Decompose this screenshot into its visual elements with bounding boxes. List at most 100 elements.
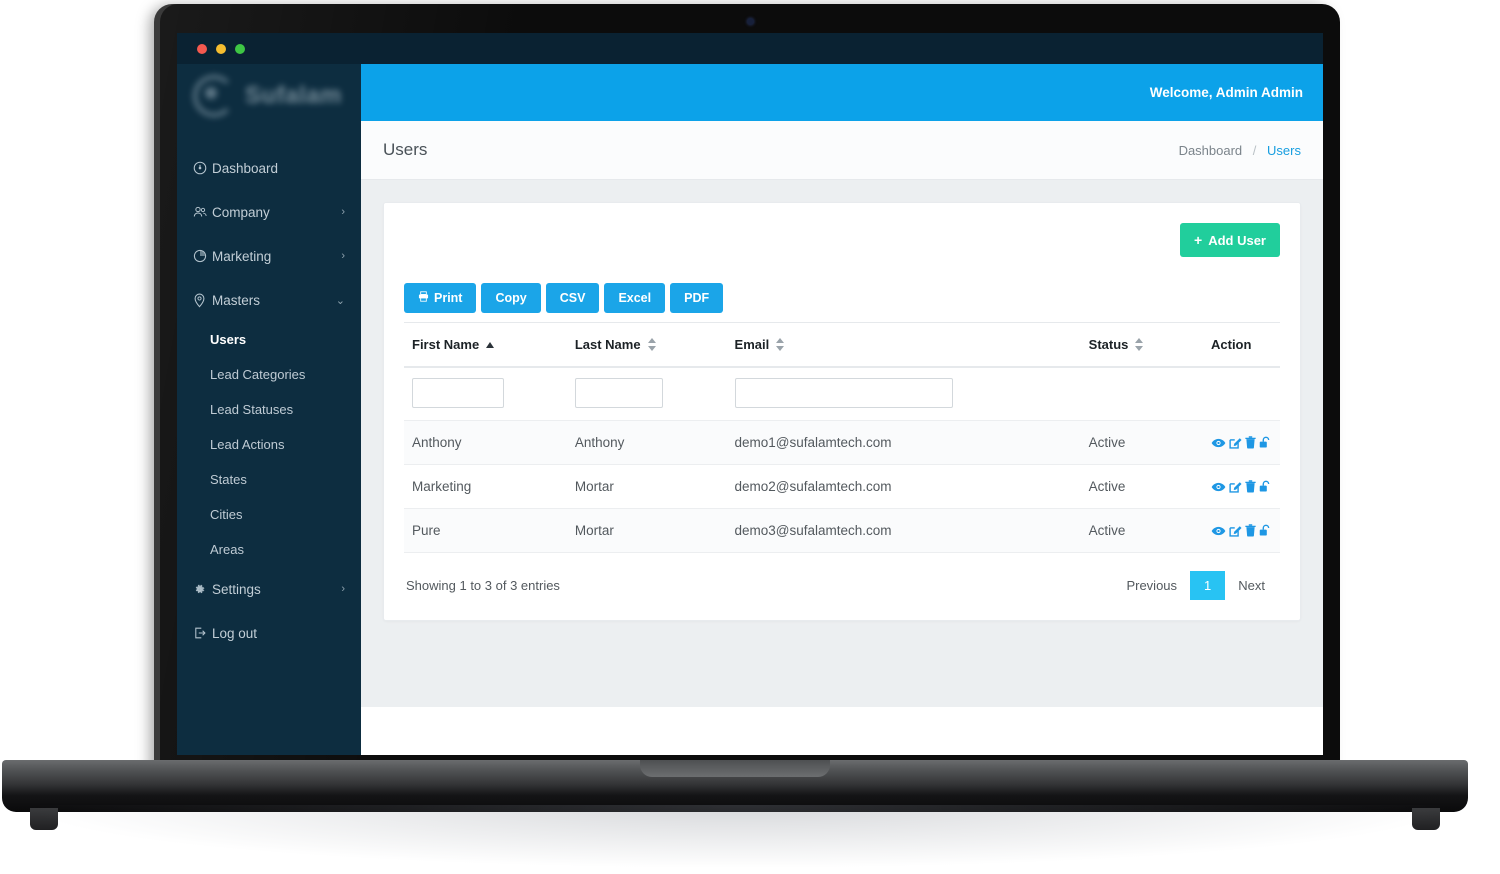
edit-pencil-icon[interactable] — [1229, 480, 1242, 493]
pdf-button[interactable]: PDF — [670, 283, 724, 313]
sidebar-item-logout[interactable]: Log out — [177, 611, 361, 655]
sidebar-nav: Dashboard Company › Marketing › Masters … — [177, 128, 361, 655]
sidebar-item-dashboard[interactable]: Dashboard — [177, 146, 361, 190]
chevron-right-icon: › — [341, 206, 345, 218]
window-controls[interactable] — [197, 44, 245, 54]
laptop-screen: Sufalam Dashboard Company › Marketing › … — [177, 33, 1323, 755]
sidebar-item-users[interactable]: Users — [177, 322, 361, 357]
column-label: Action — [1211, 337, 1252, 352]
cell-first-name: Anthony — [404, 420, 567, 465]
sort-both-icon — [776, 338, 785, 351]
chevron-right-icon: › — [341, 583, 345, 595]
cell-first-name: Marketing — [404, 464, 567, 509]
pdf-label: PDF — [684, 291, 710, 305]
sidebar-subitem-label: Areas — [210, 542, 244, 557]
users-table: First Name Last Name Email Status Action… — [404, 322, 1280, 553]
sidebar-item-company[interactable]: Company › — [177, 190, 361, 234]
sidebar-item-lead-statuses[interactable]: Lead Statuses — [177, 392, 361, 427]
cell-last-name: Anthony — [566, 420, 727, 465]
cell-status: Active — [1080, 508, 1203, 553]
view-eye-icon[interactable] — [1211, 437, 1226, 449]
sidebar-item-cities[interactable]: Cities — [177, 497, 361, 532]
marketing-pie-icon — [193, 249, 212, 263]
cell-email: demo1@sufalamtech.com — [726, 420, 1081, 465]
circular-logo-mark-icon — [193, 75, 235, 117]
gear-icon — [193, 583, 212, 596]
cell-first-name: Pure — [404, 508, 567, 553]
page-title: Users — [383, 140, 428, 159]
company-users-icon — [193, 205, 212, 219]
filter-cell-email — [726, 367, 1081, 421]
pagination-page-1[interactable]: 1 — [1190, 571, 1226, 600]
breadcrumb: Dashboard / Users — [1179, 143, 1301, 158]
edit-pencil-icon[interactable] — [1229, 524, 1242, 537]
brand-logo[interactable]: Sufalam — [177, 64, 361, 128]
dashboard-icon — [193, 161, 212, 175]
filter-input-email[interactable] — [734, 378, 953, 408]
unlock-padlock-icon[interactable] — [1259, 524, 1272, 537]
delete-trash-icon[interactable] — [1245, 436, 1256, 449]
chevron-down-icon: ⌄ — [335, 294, 345, 307]
sidebar-item-lead-actions[interactable]: Lead Actions — [177, 427, 361, 462]
masters-pin-icon — [193, 293, 212, 308]
sidebar-item-settings[interactable]: Settings › — [177, 567, 361, 611]
sort-both-icon — [647, 338, 656, 351]
sidebar-item-masters[interactable]: Masters ⌄ — [177, 278, 361, 322]
column-header-last-name[interactable]: Last Name — [566, 322, 727, 368]
plus-icon: + — [1194, 232, 1203, 248]
pagination-previous[interactable]: Previous — [1113, 571, 1190, 600]
table-body: Anthony Anthony demo1@sufalamtech.com Ac… — [404, 367, 1280, 553]
column-header-action: Action — [1203, 322, 1280, 368]
copy-button[interactable]: Copy — [481, 283, 541, 313]
pagination-next[interactable]: Next — [1225, 571, 1278, 600]
sidebar: Sufalam Dashboard Company › Marketing › … — [177, 33, 361, 755]
cell-last-name: Mortar — [566, 508, 727, 553]
excel-button[interactable]: Excel — [604, 283, 666, 313]
filter-input-first-name[interactable] — [412, 378, 504, 408]
delete-trash-icon[interactable] — [1245, 524, 1256, 537]
close-window-button[interactable] — [197, 44, 207, 54]
users-card: + Add User Print Copy CSV Excel PDF Firs… — [383, 202, 1301, 621]
topbar: Welcome, Admin Admin — [361, 64, 1323, 121]
table-row[interactable]: Pure Mortar demo3@sufalamtech.com Active — [404, 508, 1280, 553]
welcome-message: Welcome, Admin Admin — [1149, 85, 1303, 100]
view-eye-icon[interactable] — [1211, 525, 1226, 537]
sort-both-icon — [1135, 338, 1144, 351]
laptop-shadow — [40, 805, 1440, 867]
sidebar-item-marketing[interactable]: Marketing › — [177, 234, 361, 278]
column-header-email[interactable]: Email — [726, 322, 1081, 368]
laptop-lid: Sufalam Dashboard Company › Marketing › … — [160, 4, 1340, 776]
sidebar-item-areas[interactable]: Areas — [177, 532, 361, 567]
csv-button[interactable]: CSV — [545, 283, 600, 313]
unlock-padlock-icon[interactable] — [1259, 480, 1272, 493]
column-header-status[interactable]: Status — [1080, 322, 1203, 368]
pagination: Previous 1 Next — [1113, 571, 1278, 600]
sidebar-item-label: Settings — [212, 581, 261, 597]
edit-pencil-icon[interactable] — [1229, 436, 1242, 449]
minimize-window-button[interactable] — [216, 44, 226, 54]
cell-status: Active — [1080, 420, 1203, 465]
print-button[interactable]: Print — [404, 283, 477, 313]
sidebar-subitem-label: Users — [210, 332, 247, 347]
filter-cell-status — [1080, 367, 1203, 421]
main-region: Welcome, Admin Admin Users Dashboard / U… — [361, 33, 1323, 755]
delete-trash-icon[interactable] — [1245, 480, 1256, 493]
breadcrumb-users[interactable]: Users — [1267, 143, 1301, 158]
add-user-button[interactable]: + Add User — [1180, 223, 1280, 257]
app-window: Sufalam Dashboard Company › Marketing › … — [177, 33, 1323, 755]
table-row[interactable]: Marketing Mortar demo2@sufalamtech.com A… — [404, 464, 1280, 509]
table-row[interactable]: Anthony Anthony demo1@sufalamtech.com Ac… — [404, 420, 1280, 465]
column-header-first-name[interactable]: First Name — [404, 322, 567, 368]
filter-input-last-name[interactable] — [574, 378, 663, 408]
breadcrumb-dashboard[interactable]: Dashboard — [1179, 143, 1243, 158]
sidebar-subitem-label: Lead Statuses — [210, 402, 294, 417]
maximize-window-button[interactable] — [235, 44, 245, 54]
sidebar-item-lead-categories[interactable]: Lead Categories — [177, 357, 361, 392]
cell-last-name: Mortar — [566, 464, 727, 509]
view-eye-icon[interactable] — [1211, 481, 1226, 493]
unlock-padlock-icon[interactable] — [1259, 436, 1272, 449]
column-label: Email — [734, 337, 770, 352]
chevron-right-icon: › — [341, 250, 345, 262]
add-user-label: Add User — [1208, 232, 1266, 248]
sidebar-item-states[interactable]: States — [177, 462, 361, 497]
